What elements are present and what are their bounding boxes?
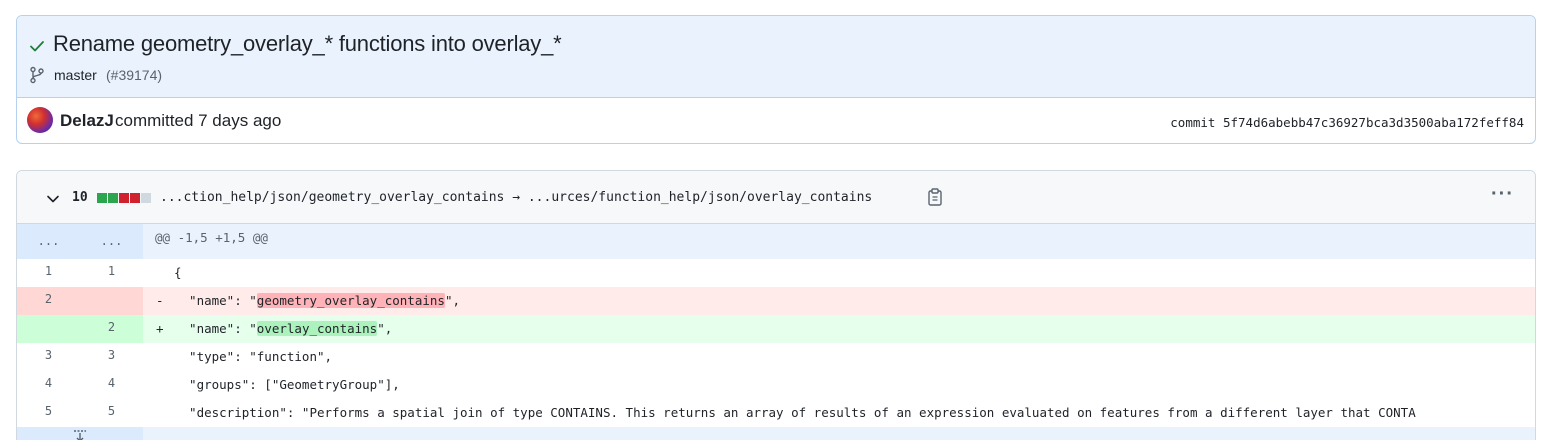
check-icon — [30, 41, 44, 52]
new-line-number[interactable]: 5 — [80, 399, 143, 427]
hunk-header: @@ -1,5 +1,5 @@ — [143, 224, 1535, 259]
new-line-number[interactable] — [80, 287, 143, 315]
code-text: "groups": ["GeometryGroup"], — [174, 377, 400, 392]
new-line-number[interactable]: 3 — [80, 343, 143, 371]
code-cell: - "name": "geometry_overlay_contains", — [143, 287, 1535, 315]
copy-icon[interactable] — [927, 188, 943, 206]
commit-meta: DelazJ committed 7 days ago commit 5f74d… — [17, 98, 1535, 143]
context-row: 1 1 { — [17, 259, 1535, 287]
code-text: { — [174, 265, 182, 280]
hunk-header-text: @@ -1,5 +1,5 @@ — [155, 230, 268, 245]
new-line-number[interactable]: 1 — [80, 259, 143, 287]
commit-hash: commit 5f74d6abebb47c36927bca3d3500aba17… — [1170, 115, 1524, 130]
code-text: "type": "function", — [174, 349, 333, 364]
commit-summary: Rename geometry_overlay_* functions into… — [17, 16, 1535, 98]
hunk-expand-old[interactable]: ... — [17, 224, 80, 259]
changed-text-highlight: overlay_contains — [256, 321, 378, 336]
code-text-tail: ", — [444, 293, 461, 308]
file-diff: 10 ...ction_help/json/geometry_overlay_c… — [16, 170, 1536, 440]
file-header: 10 ...ction_help/json/geometry_overlay_c… — [17, 171, 1535, 224]
code-text-tail: ", — [377, 321, 393, 336]
file-path[interactable]: ...ction_help/json/geometry_overlay_cont… — [160, 190, 872, 205]
commit-header: Rename geometry_overlay_* functions into… — [16, 15, 1536, 144]
old-line-number[interactable]: 3 — [17, 343, 80, 371]
code-line: "groups": ["GeometryGroup"], — [174, 371, 400, 399]
diff-lines: 1 1{2- "name": "geometry_overlay_contains… — [17, 259, 1535, 427]
changed-text-highlight: geometry_overlay_contains — [256, 293, 445, 308]
code-cell: "groups": ["GeometryGroup"], — [143, 371, 1535, 399]
old-line-number[interactable] — [17, 315, 80, 343]
expand-down-icon[interactable] — [71, 429, 89, 440]
code-cell: + "name": "overlay_contains", — [143, 315, 1535, 343]
code-line: "name": "geometry_overlay_contains", — [174, 287, 460, 315]
branch-name[interactable]: master — [54, 67, 97, 83]
diffstat-square — [130, 193, 140, 203]
code-line: "type": "function", — [174, 343, 332, 371]
diffstat-square — [108, 193, 118, 203]
change-count: 10 — [72, 190, 88, 205]
diff-marker: + — [156, 321, 164, 336]
code-line: "name": "overlay_contains", — [174, 315, 392, 343]
code-text: "name": " — [174, 321, 257, 336]
addition-row: 2 + "name": "overlay_contains", — [17, 315, 1535, 343]
expand-down-row — [17, 427, 1535, 440]
old-line-number[interactable]: 1 — [17, 259, 80, 287]
old-line-number[interactable]: 2 — [17, 287, 80, 315]
commit-title: Rename geometry_overlay_* functions into… — [53, 31, 562, 56]
diffstat-square — [97, 193, 107, 203]
context-row: 55 "description": "Performs a spatial jo… — [17, 399, 1535, 427]
hunk-expand-new[interactable]: ... — [80, 224, 143, 259]
context-row: 33 "type": "function", — [17, 343, 1535, 371]
new-line-number[interactable]: 4 — [80, 371, 143, 399]
code-line: "description": "Performs a spatial join … — [174, 399, 1416, 427]
code-cell: "type": "function", — [143, 343, 1535, 371]
pull-request-link[interactable]: (#39174) — [106, 67, 162, 83]
avatar[interactable] — [27, 107, 53, 133]
git-branch-icon — [30, 66, 44, 84]
kebab-menu-icon[interactable]: ··· — [1491, 184, 1513, 205]
diffstat-square — [119, 193, 129, 203]
diffstat-bar — [97, 193, 151, 203]
old-line-number[interactable]: 4 — [17, 371, 80, 399]
diff-table: ... ... @@ -1,5 +1,5 @@ 1 1{2- "name": "g… — [17, 224, 1535, 440]
context-row: 44 "groups": ["GeometryGroup"], — [17, 371, 1535, 399]
deletion-row: 2 - "name": "geometry_overlay_contains", — [17, 287, 1535, 315]
old-line-number[interactable]: 5 — [17, 399, 80, 427]
code-line: { — [174, 259, 182, 287]
code-text: "description": "Performs a spatial join … — [174, 405, 1416, 420]
hunk-header-row: ... ... @@ -1,5 +1,5 @@ — [17, 224, 1535, 259]
new-line-number[interactable]: 2 — [80, 315, 143, 343]
code-cell: { — [143, 259, 1535, 287]
chevron-down-icon[interactable] — [46, 192, 60, 206]
expand-gutter[interactable] — [17, 427, 143, 440]
code-text: "name": " — [174, 293, 257, 308]
commit-time: committed 7 days ago — [115, 111, 282, 130]
diff-marker: - — [156, 293, 164, 308]
author-link[interactable]: DelazJ — [60, 111, 114, 131]
code-cell: "description": "Performs a spatial join … — [143, 399, 1535, 427]
diffstat-square — [141, 193, 151, 203]
